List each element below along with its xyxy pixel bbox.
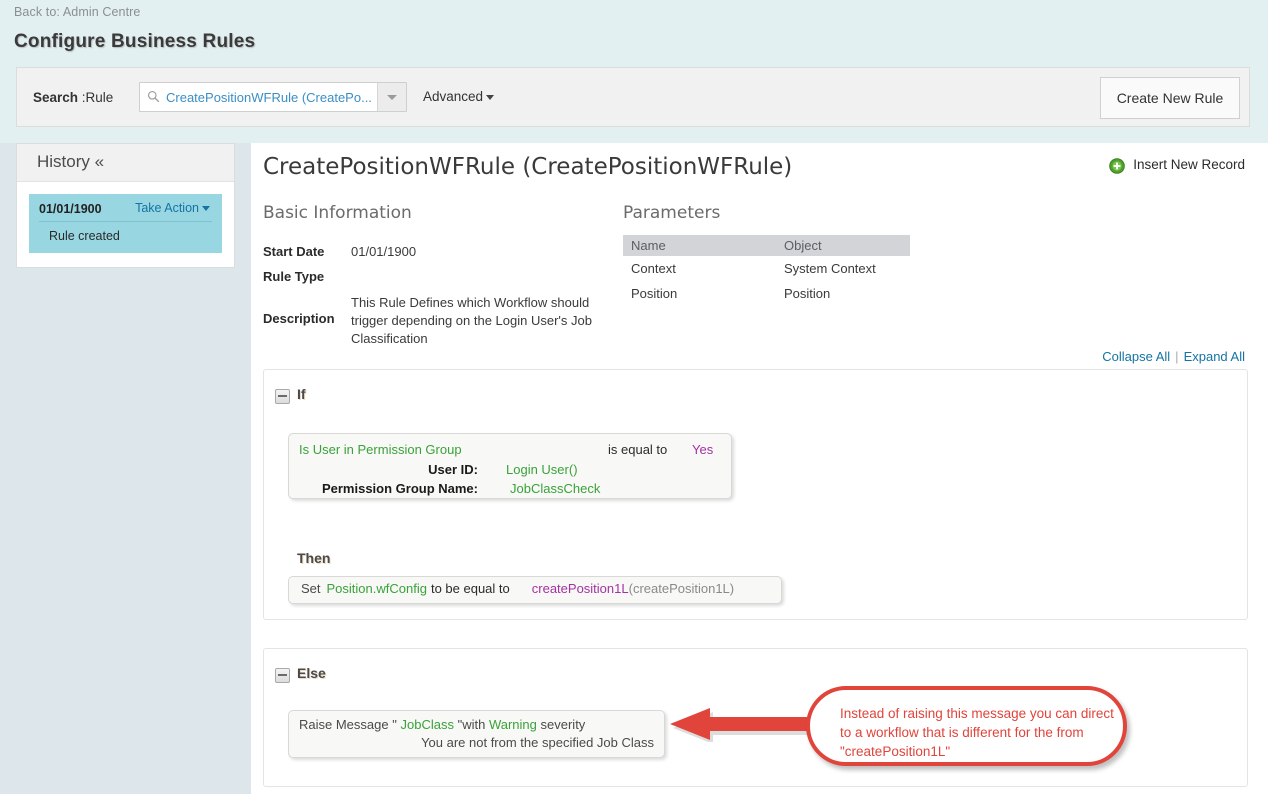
assignment-field[interactable]: Position.wfConfig (327, 581, 427, 596)
assignment-operator: to be equal to (430, 581, 510, 596)
assignment-expression-box[interactable]: Set Position.wfConfig to be equal to create… (288, 576, 782, 604)
collapse-toggle-icon[interactable] (275, 668, 290, 683)
parameters-heading: Parameters (623, 203, 721, 223)
assignment-value-suffix: (createPosition1L) (628, 581, 735, 596)
minus-icon (278, 674, 287, 676)
table-row: Context System Context (623, 256, 910, 281)
search-dropdown-button[interactable] (377, 83, 406, 111)
condition-arg-label: Permission Group Name: (321, 481, 478, 496)
then-keyword: Then (297, 550, 331, 566)
condition-main-line: Is User in Permission Group is equal to … (299, 442, 721, 462)
if-panel: If Is User in Permission Group is equal … (263, 369, 1248, 620)
raise-message-key[interactable]: JobClass (400, 717, 453, 732)
description-value: This Rule Defines which Workflow should … (351, 295, 592, 346)
minus-icon (278, 395, 287, 397)
search-label: Search :Rule (33, 90, 113, 105)
condition-value[interactable]: Yes (692, 442, 713, 457)
take-action-menu[interactable]: Take Action (135, 201, 210, 215)
condition-expression-box[interactable]: Is User in Permission Group is equal to … (288, 433, 732, 499)
breadcrumb[interactable]: Back to: Admin Centre (14, 5, 140, 19)
parameter-object: System Context (784, 261, 876, 276)
set-keyword: Set (301, 581, 321, 596)
advanced-toggle[interactable]: Advanced (423, 89, 495, 104)
parameter-object: Position (784, 286, 831, 301)
create-new-rule-button[interactable]: Create New Rule (1100, 77, 1240, 119)
take-action-label: Take Action (135, 201, 199, 215)
description-label: Description (263, 311, 335, 326)
page-title: Configure Business Rules (14, 31, 256, 52)
raise-message-expression-box[interactable]: Raise Message " JobClass "with Warning s… (288, 710, 665, 758)
parameter-name: Position (631, 286, 678, 301)
condition-argument-row: Permission Group Name: JobClassCheck (299, 481, 721, 500)
collapse-all-link[interactable]: Collapse All (1102, 349, 1170, 364)
divider: | (1175, 349, 1179, 364)
insert-new-record-button[interactable]: Insert New Record (1109, 157, 1245, 174)
if-keyword: If (297, 386, 306, 402)
collapse-expand-links: Collapse All | Expand All (1102, 349, 1245, 364)
history-item-date: 01/01/1900 (39, 202, 102, 216)
assignment-value[interactable]: createPosition1L (532, 581, 629, 596)
expand-all-link[interactable]: Expand All (1184, 349, 1245, 364)
history-panel: History « 01/01/1900 Take Action Rule cr… (16, 143, 235, 268)
column-header-name: Name (623, 235, 776, 256)
chevron-down-icon (202, 206, 210, 212)
start-date-label: Start Date (263, 244, 325, 259)
annotation-arrow-icon (670, 708, 810, 742)
raise-with-word: with (462, 717, 486, 732)
search-toolbar: Search :Rule CreatePositionWFRule (Creat… (16, 67, 1250, 127)
condition-arg-value[interactable]: JobClassCheck (510, 481, 600, 496)
table-row: Position Position (623, 281, 910, 306)
search-label-rest: :Rule (78, 90, 114, 105)
column-header-object: Object (776, 235, 910, 256)
condition-operator[interactable]: is equal to (608, 442, 667, 457)
quote-open: " (392, 717, 397, 732)
chevron-down-icon (486, 94, 495, 100)
condition-arg-value[interactable]: Login User() (506, 462, 578, 477)
collapse-toggle-icon[interactable] (275, 389, 290, 404)
search-input-value[interactable]: CreatePositionWFRule (CreatePo... (166, 90, 376, 105)
raise-message-line: Raise Message " JobClass "with Warning s… (299, 717, 654, 732)
raise-message-text: You are not from the specified Job Class (421, 735, 654, 750)
chevron-down-icon (387, 95, 397, 100)
rule-type-label: Rule Type (263, 269, 325, 284)
condition-arg-label: User ID: (428, 462, 478, 477)
rule-title: CreatePositionWFRule (CreatePositionWFRu… (263, 154, 793, 180)
else-keyword: Else (297, 665, 326, 681)
start-date-value: 01/01/1900 (351, 244, 417, 259)
sidebar: History « 01/01/1900 Take Action Rule cr… (0, 143, 251, 794)
history-list-item[interactable]: 01/01/1900 Take Action Rule created (29, 194, 222, 253)
raise-severity[interactable]: Warning (489, 717, 537, 732)
search-icon (147, 90, 160, 103)
parameters-table: Name Object Context System Context Posit… (623, 235, 910, 306)
annotation-callout: Instead of raising this message you can … (806, 686, 1127, 766)
raise-prefix: Raise Message (299, 717, 389, 732)
advanced-label: Advanced (423, 89, 484, 104)
main-content: CreatePositionWFRule (CreatePositionWFRu… (251, 143, 1268, 794)
raise-severity-word: severity (540, 717, 586, 732)
annotation-text: Instead of raising this message you can … (840, 706, 1114, 759)
table-header-row: Name Object (623, 235, 910, 256)
history-item-header: 01/01/1900 Take Action (39, 201, 212, 222)
insert-new-record-label: Insert New Record (1133, 157, 1245, 172)
condition-function[interactable]: Is User in Permission Group (299, 442, 462, 457)
plus-circle-icon (1109, 158, 1126, 174)
search-label-bold: Search (33, 90, 79, 105)
condition-argument-row: User ID: Login User() (299, 462, 721, 481)
parameter-name: Context (631, 261, 676, 276)
basic-information-heading: Basic Information (263, 203, 412, 223)
history-title[interactable]: History « (17, 144, 234, 182)
history-item-description: Rule created (49, 229, 120, 243)
search-input[interactable]: CreatePositionWFRule (CreatePo... (139, 82, 407, 112)
